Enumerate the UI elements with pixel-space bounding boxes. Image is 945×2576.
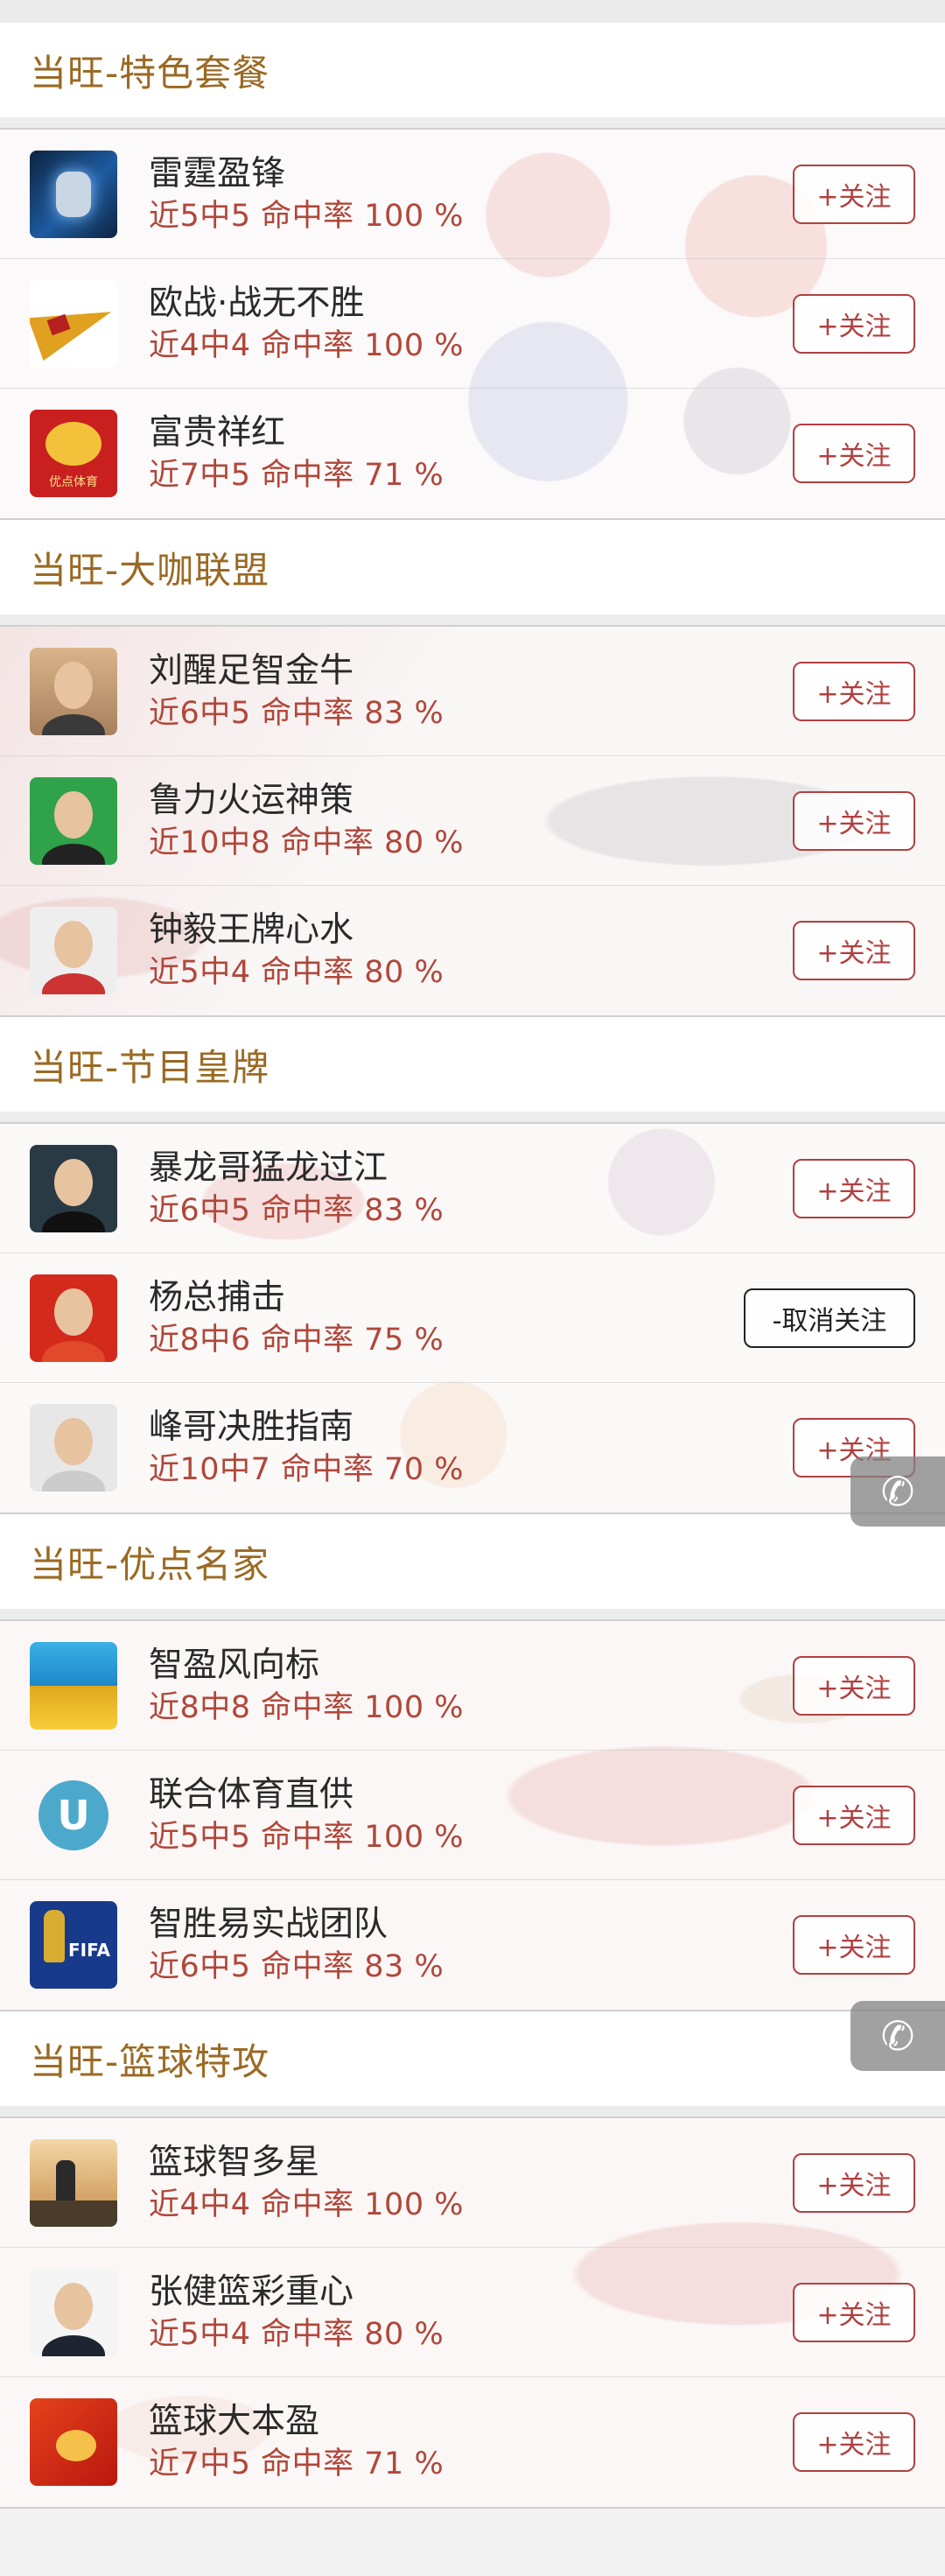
gold-ingot-icon: [30, 1641, 117, 1730]
avatar: [30, 2268, 117, 2356]
expert-list: 雷霆盈锋 近5中5 命中率 100 % +关注 欧战·战无不胜 近4中4 命中率 1…: [0, 128, 945, 520]
expert-list: 暴龙哥猛龙过江 近6中5 命中率 83 % +关注 杨总捕击 近8中6 命中率 75…: [0, 1122, 945, 1514]
section-title: 当旺-优点名家: [30, 1542, 270, 1586]
avatar: [30, 1144, 117, 1232]
top-bar: [0, 0, 945, 23]
follow-button[interactable]: +关注: [793, 1915, 915, 1975]
list-item[interactable]: 峰哥决胜指南 近10中7 命中率 70 % +关注: [0, 1383, 945, 1513]
list-item[interactable]: 钟毅王牌心水 近5中4 命中率 80 % +关注: [0, 886, 945, 1015]
section-header: 当旺-篮球特攻: [0, 2011, 945, 2116]
section-big-names: 当旺-大咖联盟 刘醒足智金牛 近6中5 命中率 83 % +关注 鲁力火运神策 近1…: [0, 520, 945, 1017]
avatar: [30, 776, 117, 865]
follow-button[interactable]: +关注: [793, 164, 915, 224]
list-item[interactable]: 智胜易实战团队近6中5 命中率 83 % +关注: [0, 1880, 945, 2010]
list-item[interactable]: 张健篮彩重心 近5中4 命中率 80 % +关注: [0, 2248, 945, 2377]
section-featured-packages: 当旺-特色套餐 雷霆盈锋 近5中5 命中率 100 % +关注 欧战·战无不胜 近4…: [0, 23, 945, 520]
list-item[interactable]: 暴龙哥猛龙过江 近6中5 命中率 83 % +关注: [0, 1124, 945, 1253]
section-title: 当旺-大咖联盟: [30, 548, 270, 592]
avatar: [30, 1274, 117, 1362]
section-famous-experts: 当旺-优点名家 智盈风向标近8中8 命中率 100 % +关注 联合体育直供近5…: [0, 1514, 945, 2011]
avatar: [30, 647, 117, 735]
list-item[interactable]: 联合体育直供近5中5 命中率 100 % +关注: [0, 1751, 945, 1880]
list-item[interactable]: 鲁力火运神策 近10中8 命中率 80 % +关注: [0, 756, 945, 886]
list-item[interactable]: 富贵祥红近7中5 命中率 71 % +关注: [0, 389, 945, 518]
section-header: 当旺-特色套餐: [0, 23, 945, 128]
section-basketball: 当旺-篮球特攻 篮球智多星 近4中4 命中率 100 % +关注 张健篮彩重心 近5…: [0, 2011, 945, 2509]
list-item[interactable]: 欧战·战无不胜 近4中4 命中率 100 % +关注: [0, 259, 945, 389]
follow-button[interactable]: +关注: [793, 661, 915, 721]
city-skyline-icon: [30, 2138, 117, 2227]
u-logo-icon: [30, 1772, 117, 1859]
expert-list: 智盈风向标近8中8 命中率 100 % +关注 联合体育直供近5中5 命中率 1…: [0, 1619, 945, 2011]
follow-button[interactable]: +关注: [793, 1785, 915, 1845]
fist-icon: [30, 150, 117, 238]
follow-button[interactable]: +关注: [793, 790, 915, 851]
follow-button[interactable]: +关注: [793, 2412, 915, 2472]
pig-logo-icon: [30, 410, 117, 497]
unfollow-button[interactable]: -取消关注: [744, 1288, 915, 1348]
section-title: 当旺-篮球特攻: [30, 2039, 270, 2083]
follow-button[interactable]: +关注: [793, 2152, 915, 2213]
red-logo-icon: [30, 2398, 117, 2486]
avatar: [30, 1404, 117, 1492]
phone-icon[interactable]: ✆: [850, 2001, 945, 2071]
follow-button[interactable]: +关注: [793, 1655, 915, 1716]
expert-list: 篮球智多星 近4中4 命中率 100 % +关注 张健篮彩重心 近5中4 命中率 8…: [0, 2116, 945, 2509]
section-header: 当旺-大咖联盟: [0, 520, 945, 625]
list-item[interactable]: 雷霆盈锋 近5中5 命中率 100 % +关注: [0, 130, 945, 259]
list-item[interactable]: 智盈风向标 近8中8 命中率 100 % +关注: [0, 1621, 945, 1751]
follow-button[interactable]: +关注: [793, 424, 915, 483]
section-title: 当旺-特色套餐: [30, 51, 270, 95]
follow-button[interactable]: +关注: [793, 1158, 915, 1218]
follow-button[interactable]: +关注: [793, 293, 915, 354]
list-item[interactable]: 刘醒足智金牛 近6中5 命中率 83 % +关注: [0, 627, 945, 756]
list-item[interactable]: 篮球大本盈 近7中5 命中率 71 % +关注: [0, 2377, 945, 2507]
avatar: [30, 907, 117, 994]
pennant-icon: [30, 279, 117, 368]
section-header: 当旺-节目皇牌: [0, 1017, 945, 1122]
follow-button[interactable]: +关注: [793, 2282, 915, 2342]
section-header: 当旺-优点名家: [0, 1514, 945, 1619]
section-program-aces: 当旺-节目皇牌 暴龙哥猛龙过江 近6中5 命中率 83 % +关注 杨总捕击 近8中…: [0, 1017, 945, 1514]
list-item[interactable]: 篮球智多星 近4中4 命中率 100 % +关注: [0, 2118, 945, 2248]
section-title: 当旺-节目皇牌: [30, 1045, 270, 1089]
phone-icon[interactable]: ✆: [850, 1456, 945, 1527]
list-item[interactable]: 杨总捕击 近8中6 命中率 75 % -取消关注: [0, 1253, 945, 1383]
follow-button[interactable]: +关注: [793, 921, 915, 980]
expert-list: 刘醒足智金牛 近6中5 命中率 83 % +关注 鲁力火运神策 近10中8 命中率 …: [0, 625, 945, 1017]
fifa-trophy-icon: [30, 1901, 117, 1989]
